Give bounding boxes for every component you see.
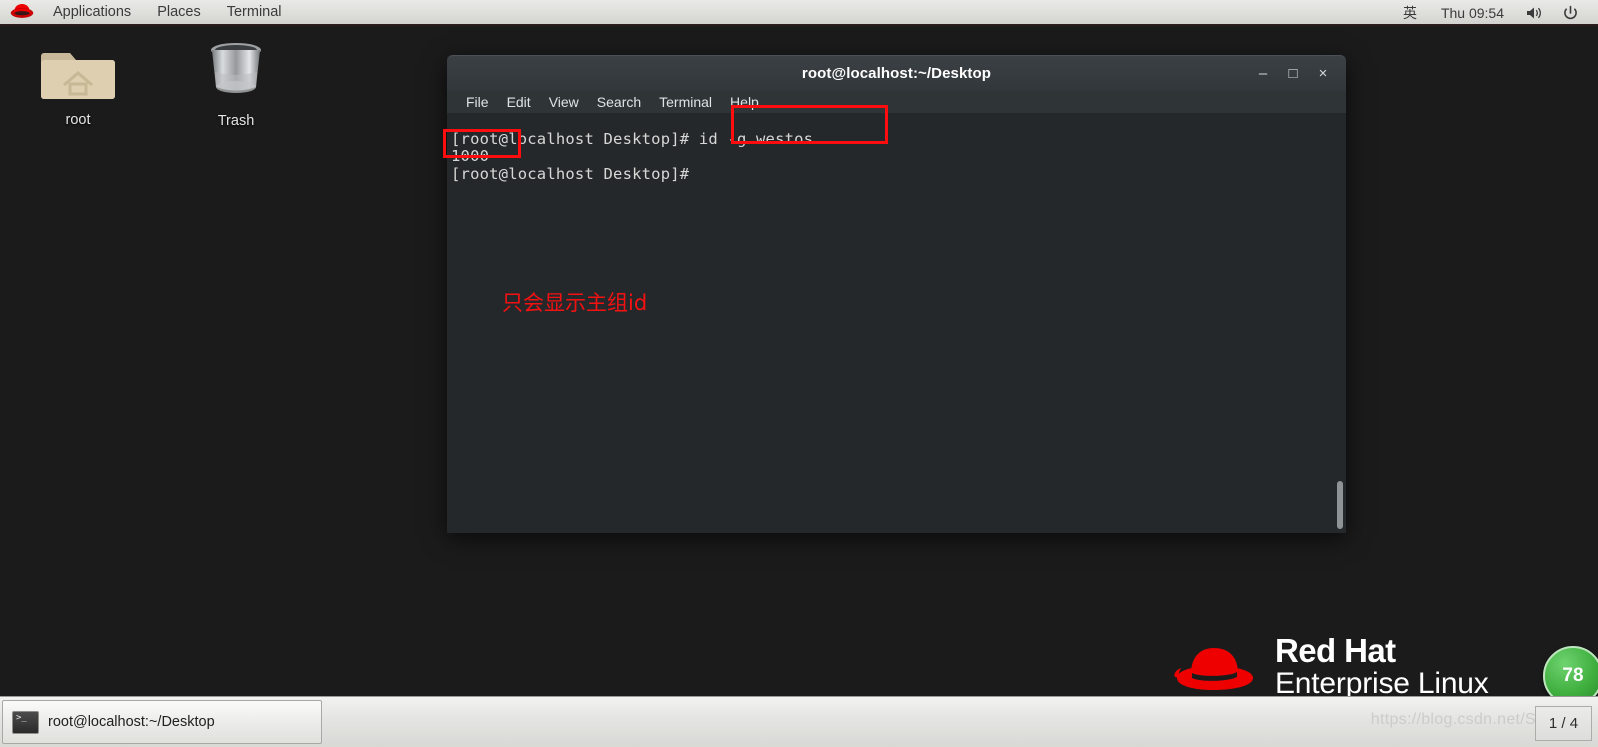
terminal-window-title: root@localhost:~/Desktop (801, 65, 992, 82)
top-panel-right-group: 英 Thu 09:54 (1391, 0, 1598, 26)
terminal-output-area[interactable]: [root@localhost Desktop]# id -g westos 1… (447, 113, 1346, 533)
home-folder-icon (41, 53, 115, 99)
terminal-menubar: File Edit View Search Terminal Help (447, 91, 1346, 113)
redhat-logo-icon (8, 1, 36, 23)
trash-can-icon (211, 43, 261, 93)
view-menu[interactable]: View (540, 91, 588, 113)
taskbar: root@localhost:~/Desktop https://blog.cs… (0, 696, 1598, 747)
terminal-text-content: [root@localhost Desktop]# id -g westos 1… (451, 129, 814, 183)
close-icon[interactable]: × (1308, 59, 1338, 89)
top-panel-left-group: Applications Places Terminal (0, 0, 295, 24)
input-method-indicator[interactable]: 英 (1391, 0, 1429, 26)
terminal-menu[interactable]: Terminal (214, 0, 295, 25)
terminal-scrollbar-thumb[interactable] (1337, 481, 1343, 529)
terminal-scrollbar[interactable] (1334, 113, 1346, 533)
terminal-icon (12, 710, 39, 734)
desktop-icon-label: Trash (217, 113, 255, 129)
taskbar-window-label: root@localhost:~/Desktop (48, 714, 215, 730)
minimize-icon[interactable]: – (1248, 59, 1278, 89)
applications-menu[interactable]: Applications (40, 0, 144, 25)
terminal-window[interactable]: root@localhost:~/Desktop – □ × File Edit… (447, 55, 1346, 533)
edit-menu[interactable]: Edit (498, 91, 540, 113)
window-controls-group: – □ × (1248, 56, 1338, 91)
rhel-brand-line2: Enterprise Linux (1275, 667, 1489, 701)
workspace-switcher[interactable]: 1 / 4 (1535, 706, 1592, 741)
rhel-branding: Red Hat Enterprise Linux (1167, 632, 1489, 701)
volume-icon[interactable] (1516, 0, 1553, 26)
top-panel: Applications Places Terminal 英 Thu 09:54 (0, 0, 1598, 26)
file-menu[interactable]: File (457, 91, 498, 113)
taskbar-window-button[interactable]: root@localhost:~/Desktop (2, 700, 322, 744)
desktop-icon-root[interactable]: root (19, 41, 137, 128)
terminal-menu[interactable]: Terminal (650, 91, 721, 113)
terminal-titlebar[interactable]: root@localhost:~/Desktop – □ × (447, 55, 1346, 91)
power-icon[interactable] (1553, 0, 1588, 26)
maximize-icon[interactable]: □ (1278, 59, 1308, 89)
rhel-branding-text: Red Hat Enterprise Linux (1275, 632, 1489, 701)
watermark-text: https://blog.csdn.net/S (1370, 711, 1536, 728)
rhel-brand-line1: Red Hat (1275, 632, 1396, 669)
places-menu[interactable]: Places (144, 0, 214, 25)
redhat-fedora-icon (1174, 647, 1253, 690)
clock[interactable]: Thu 09:54 (1429, 0, 1516, 26)
help-menu[interactable]: Help (721, 91, 768, 113)
search-menu[interactable]: Search (588, 91, 650, 113)
desktop-icon-trash[interactable]: Trash (177, 38, 295, 129)
desktop-icon-label: root (65, 112, 91, 128)
